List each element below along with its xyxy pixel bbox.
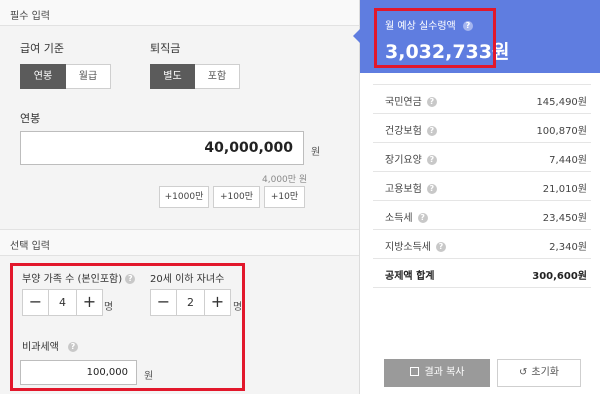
deduction-row: 지방소득세? 2,340원 <box>373 230 591 258</box>
salary-input[interactable]: 40,000,000 <box>20 131 304 165</box>
list-bottom-line <box>373 287 591 288</box>
deduction-row: 장기요양? 7,440원 <box>373 143 591 171</box>
deduction-row: 국민연금? 145,490원 <box>373 85 591 113</box>
reset-button[interactable]: ↺ 초기화 <box>497 359 581 387</box>
deduction-row: 고용보험? 21,010원 <box>373 172 591 200</box>
reset-label: 초기화 <box>531 367 559 378</box>
deduction-row: 소득세? 23,450원 <box>373 201 591 229</box>
deduction-name: 건강보험? <box>385 122 437 137</box>
deduction-amount: 21,010원 <box>542 184 587 195</box>
salary-basis-toggle: 연봉 월급 <box>20 64 111 89</box>
deduction-amount: 23,450원 <box>542 213 587 224</box>
input-panel: 필수 입력 급여 기준 연봉 월급 퇴직금 별도 포함 연봉 40,000,00… <box>0 0 359 394</box>
deduction-name-text: 지방소득세 <box>385 242 431 253</box>
deduction-amount: 7,440원 <box>549 155 587 166</box>
optional-section-title: 선택 입력 <box>10 241 50 252</box>
result-panel: 월 예상 실수령액 ? 3,032,733원 국민연금? 145,490원 건강… <box>353 0 600 394</box>
deduction-amount: 100,870원 <box>536 126 587 137</box>
deduction-name-text: 국민연금 <box>385 97 422 108</box>
salary-basis-annual-option[interactable]: 연봉 <box>20 64 66 89</box>
highlight-box-optional <box>10 263 245 391</box>
required-section-title: 필수 입력 <box>10 11 50 22</box>
salary-basis-monthly-option[interactable]: 월급 <box>66 64 111 89</box>
deduction-total-name: 공제액 합계 <box>385 271 435 282</box>
required-section-header: 필수 입력 <box>0 0 359 26</box>
deduction-name-text: 고용보험 <box>385 184 422 195</box>
add-100k-button[interactable]: +10만 <box>264 186 305 208</box>
highlight-box-result <box>374 8 496 68</box>
reset-icon: ↺ <box>519 367 528 378</box>
severance-label: 퇴직금 <box>150 42 181 55</box>
help-icon[interactable]: ? <box>426 155 437 165</box>
add-1m-button[interactable]: +100만 <box>213 186 260 208</box>
deduction-name: 국민연금? <box>385 93 437 108</box>
deduction-total-amount: 300,600원 <box>532 271 587 282</box>
deduction-amount: 2,340원 <box>549 242 587 253</box>
deduction-name-text: 소득세 <box>385 213 413 224</box>
salary-basis-label: 급여 기준 <box>20 42 64 55</box>
copy-icon <box>409 367 419 376</box>
deduction-name: 지방소득세? <box>385 238 446 253</box>
deduction-name: 소득세? <box>385 209 428 224</box>
result-banner: 월 예상 실수령액 ? 3,032,733원 <box>353 0 600 73</box>
help-icon[interactable]: ? <box>426 184 437 194</box>
salary-label: 연봉 <box>20 112 41 125</box>
deduction-total-row: 공제액 합계 300,600원 <box>373 259 591 287</box>
salary-unit: 원 <box>311 147 321 158</box>
banner-notch <box>353 29 360 43</box>
deduction-row: 건강보험? 100,870원 <box>373 114 591 142</box>
copy-result-label: 결과 복사 <box>424 367 465 378</box>
severance-included-option[interactable]: 포함 <box>195 64 240 89</box>
optional-section-header: 선택 입력 <box>0 230 359 256</box>
help-icon[interactable]: ? <box>426 97 437 107</box>
deduction-name-text: 건강보험 <box>385 126 422 137</box>
deduction-name: 장기요양? <box>385 151 437 166</box>
deduction-name: 고용보험? <box>385 180 437 195</box>
help-icon[interactable]: ? <box>436 242 446 252</box>
deduction-amount: 145,490원 <box>536 97 587 108</box>
help-icon[interactable]: ? <box>417 213 428 223</box>
salary-hint: 4,000만 원 <box>262 175 308 185</box>
deduction-name-text: 장기요양 <box>385 155 422 166</box>
help-icon[interactable]: ? <box>426 126 437 136</box>
copy-result-button[interactable]: 결과 복사 <box>384 359 490 387</box>
severance-toggle: 별도 포함 <box>150 64 240 89</box>
add-10m-button[interactable]: +1000만 <box>159 186 209 208</box>
severance-separate-option[interactable]: 별도 <box>150 64 195 89</box>
